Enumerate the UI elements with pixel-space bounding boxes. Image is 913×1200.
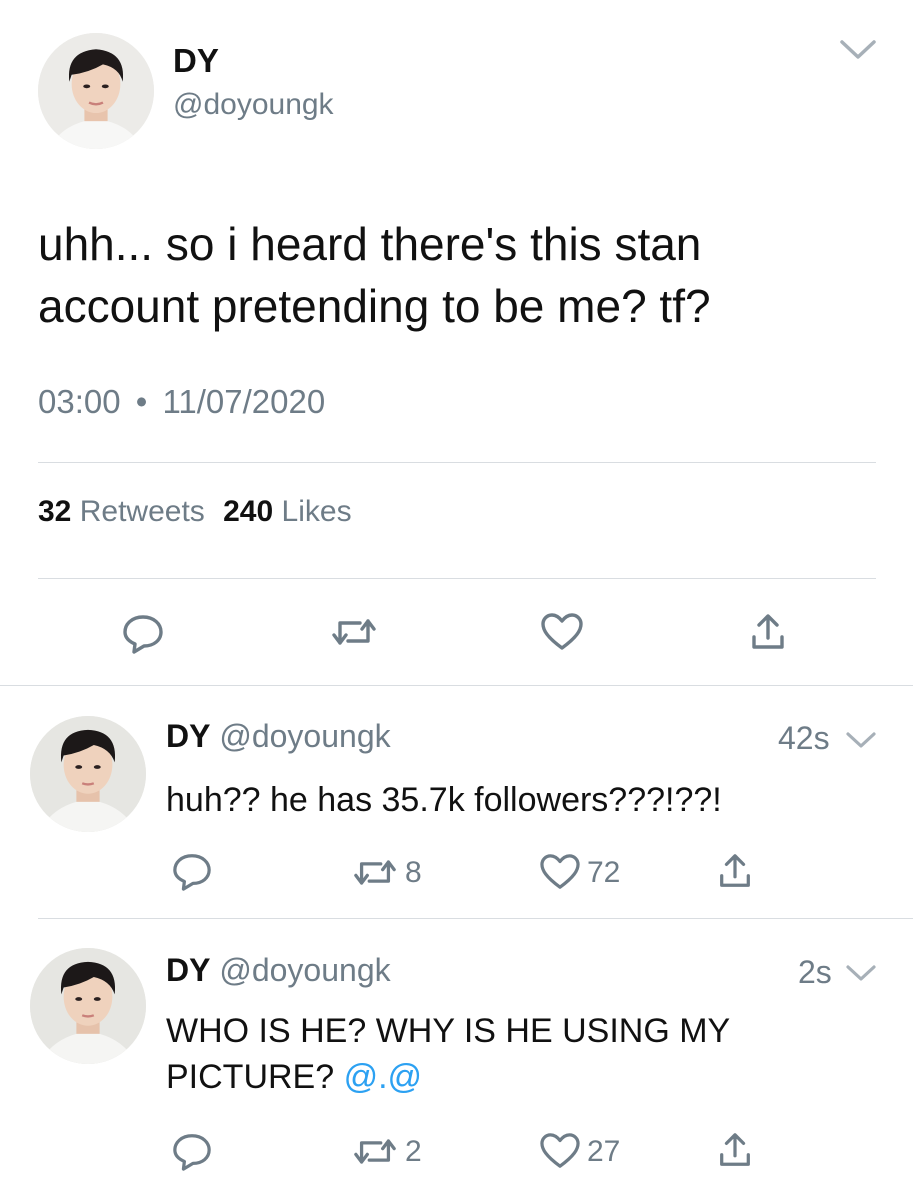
divider bbox=[38, 578, 876, 579]
chevron-down-icon[interactable] bbox=[838, 38, 878, 62]
heart-icon[interactable] bbox=[538, 853, 582, 891]
tweet-date: 11/07/2020 bbox=[162, 383, 326, 420]
heart-icon[interactable] bbox=[538, 1132, 582, 1170]
tweet-time: 03:00 bbox=[38, 383, 121, 420]
heart-icon[interactable] bbox=[539, 612, 585, 652]
chevron-down-icon[interactable] bbox=[844, 730, 878, 750]
chevron-down-icon[interactable] bbox=[844, 963, 878, 983]
reply-author-name[interactable]: DY bbox=[166, 952, 210, 988]
share-icon[interactable] bbox=[748, 612, 788, 652]
like-count: 72 bbox=[587, 856, 621, 889]
retweet-icon[interactable] bbox=[352, 1135, 398, 1168]
reply-timestamp: 42s bbox=[778, 720, 830, 756]
timestamp-separator: • bbox=[135, 383, 148, 420]
mention-link[interactable]: @.@ bbox=[344, 1058, 422, 1096]
share-icon[interactable] bbox=[716, 1131, 754, 1169]
reply-text: huh?? he has 35.7k followers???!??! bbox=[166, 781, 722, 819]
reply-icon[interactable] bbox=[170, 1131, 214, 1171]
reply-author-name[interactable]: DY bbox=[166, 718, 210, 754]
tweet-text: uhh... so i heard there's this stan acco… bbox=[38, 218, 711, 332]
avatar[interactable] bbox=[38, 33, 154, 149]
share-icon[interactable] bbox=[716, 852, 754, 890]
author-name[interactable]: DY bbox=[173, 42, 219, 80]
reply-header: DY @doyoungk bbox=[166, 718, 391, 755]
engagement-stats: 32 Retweets 240 Likes bbox=[38, 495, 352, 529]
reply-author-handle[interactable]: @doyoungk bbox=[219, 718, 390, 754]
retweets-count: 32 bbox=[38, 495, 72, 528]
tweet-timestamp: 03:00 • 11/07/2020 bbox=[38, 383, 325, 421]
retweet-icon[interactable] bbox=[330, 615, 378, 649]
reply-text: WHO IS HE? WHY IS HE USING MY PICTURE? @… bbox=[166, 1008, 846, 1100]
reply-header: DY @doyoungk bbox=[166, 952, 391, 989]
likes-label: Likes bbox=[281, 495, 352, 528]
avatar[interactable] bbox=[30, 716, 146, 832]
reply-icon[interactable] bbox=[170, 851, 214, 891]
retweets-label: Retweets bbox=[79, 495, 205, 528]
divider bbox=[38, 462, 876, 463]
retweet-count: 2 bbox=[405, 1135, 422, 1168]
like-count: 27 bbox=[587, 1135, 621, 1168]
likes-link[interactable]: 240 Likes bbox=[223, 495, 351, 528]
reply-timestamp: 2s bbox=[798, 954, 832, 990]
reply-icon[interactable] bbox=[120, 612, 166, 654]
retweet-icon[interactable] bbox=[352, 856, 398, 889]
retweet-count: 8 bbox=[405, 856, 422, 889]
divider bbox=[0, 685, 913, 686]
likes-count: 240 bbox=[223, 495, 274, 528]
reply-author-handle[interactable]: @doyoungk bbox=[219, 952, 390, 988]
retweets-link[interactable]: 32 Retweets bbox=[38, 495, 213, 528]
divider bbox=[38, 918, 913, 919]
avatar[interactable] bbox=[30, 948, 146, 1064]
reply-text-body: WHO IS HE? WHY IS HE USING MY PICTURE? bbox=[166, 1012, 730, 1096]
author-handle[interactable]: @doyoungk bbox=[173, 88, 334, 122]
